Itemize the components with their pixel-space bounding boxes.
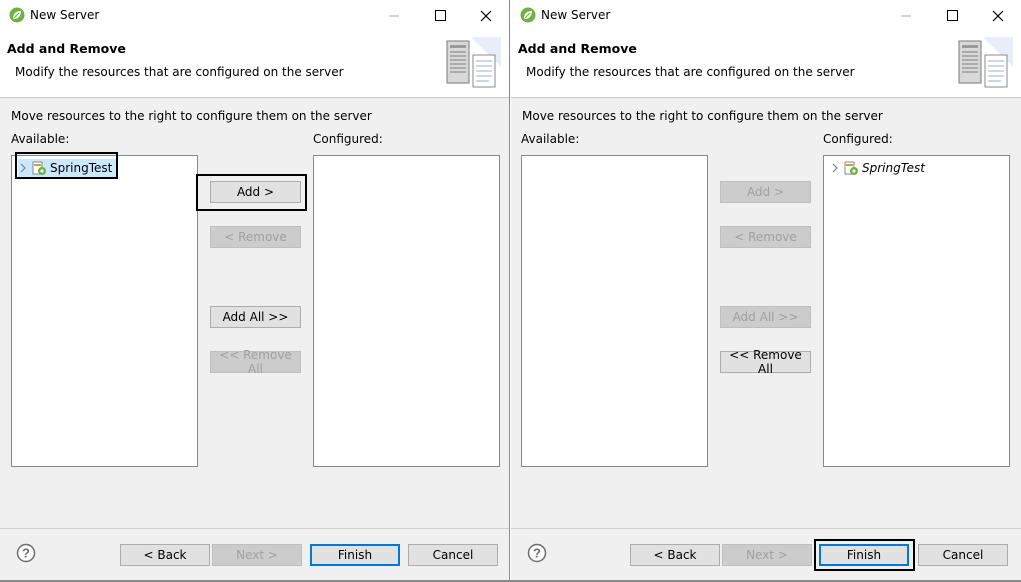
remove-button[interactable]: < Remove [720,226,811,248]
page-description: Modify the resources that are configured… [15,65,344,79]
maximize-button[interactable] [929,0,975,31]
minimize-icon [901,15,911,16]
instruction-text: Move resources to the right to configure… [522,109,883,123]
window-title: New Server [30,8,100,22]
add-all-button[interactable]: Add All >> [210,306,301,328]
minimize-button[interactable] [371,0,417,31]
add-all-button[interactable]: Add All >> [720,306,811,328]
close-icon [480,10,492,21]
project-icon [844,161,858,175]
maximize-icon [946,10,958,21]
maximize-icon [434,10,446,21]
title-bar: New Server [511,0,1021,31]
project-label: SpringTest [50,161,113,175]
project-label: SpringTest [862,161,925,175]
page-title: Add and Remove [7,41,126,56]
finish-button[interactable]: Finish [819,544,909,566]
spring-leaf-icon [9,7,25,23]
available-label: Available: [11,132,70,146]
new-server-dialog-before: New Server Add and Remove Modify the res… [0,0,510,582]
configured-label: Configured: [313,132,383,146]
minimize-icon [389,15,399,16]
close-button[interactable] [975,0,1021,31]
available-list[interactable]: SpringTest [11,155,198,467]
configured-label: Configured: [823,132,893,146]
svg-text:?: ? [22,546,30,561]
footer-divider [511,528,1021,529]
close-button[interactable] [463,0,509,31]
back-button[interactable]: < Back [120,544,210,566]
finish-button[interactable]: Finish [310,544,400,566]
wizard-header: Add and Remove Modify the resources that… [0,31,509,98]
server-icon [958,37,1013,88]
help-icon[interactable]: ? [16,543,36,563]
help-icon[interactable]: ? [527,543,547,563]
project-icon [32,161,46,175]
configured-list[interactable] [313,155,500,467]
close-icon [992,10,1004,21]
add-button[interactable]: Add > [720,181,811,203]
remove-all-button[interactable]: << Remove All [210,348,301,376]
add-button[interactable]: Add > [210,181,301,203]
available-label: Available: [521,132,580,146]
wizard-header: Add and Remove Modify the resources that… [511,31,1021,98]
configured-list[interactable]: SpringTest [823,155,1010,467]
minimize-button[interactable] [883,0,929,31]
chevron-right-icon[interactable] [830,163,840,173]
back-button[interactable]: < Back [630,544,720,566]
next-button[interactable]: Next > [212,544,302,566]
instruction-text: Move resources to the right to configure… [11,109,372,123]
title-bar: New Server [0,0,509,31]
page-title: Add and Remove [518,41,637,56]
available-list[interactable] [521,155,708,467]
new-server-dialog-after: New Server Add and Remove Modify the res… [511,0,1021,582]
cancel-button[interactable]: Cancel [408,544,498,566]
spring-leaf-icon [520,7,536,23]
svg-text:?: ? [533,546,541,561]
remove-all-button[interactable]: << Remove All [720,348,811,376]
maximize-button[interactable] [417,0,463,31]
remove-button[interactable]: < Remove [210,226,301,248]
window-title: New Server [541,8,611,22]
next-button[interactable]: Next > [722,544,812,566]
footer-divider [0,528,509,529]
chevron-right-icon[interactable] [18,163,28,173]
server-icon [446,37,501,88]
list-item[interactable]: SpringTest [830,159,929,177]
cancel-button[interactable]: Cancel [918,544,1008,566]
list-item[interactable]: SpringTest [18,159,117,177]
page-description: Modify the resources that are configured… [526,65,855,79]
